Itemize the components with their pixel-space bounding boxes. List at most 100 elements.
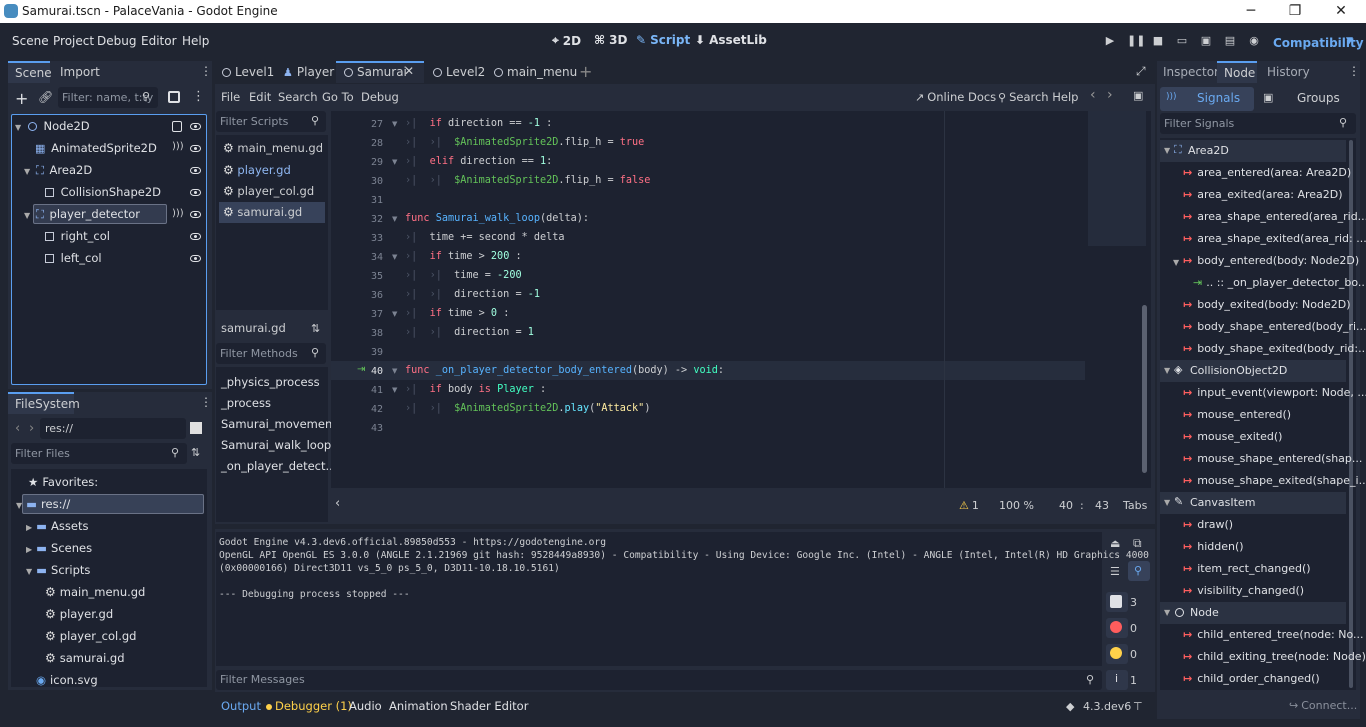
workspace-2d[interactable]: ⌖ 2D — [552, 33, 581, 48]
favorites-row[interactable]: ★ Favorites: — [28, 471, 98, 493]
fold-icon[interactable]: ▼ — [392, 120, 397, 128]
scroll-left-icon[interactable]: ‹ — [335, 496, 340, 511]
tab-main-menu[interactable]: main_menu — [494, 65, 577, 79]
tree-row-left-col[interactable]: left_col — [45, 247, 102, 269]
filter-scripts-input[interactable]: Filter Scripts — [216, 111, 326, 132]
file-row-main-menu[interactable]: ⚙ main_menu.gd — [45, 581, 145, 603]
signal-icon[interactable]: ))) — [172, 141, 184, 152]
tab-import[interactable]: Import — [60, 65, 100, 79]
tree-row-right-col[interactable]: right_col — [45, 225, 110, 247]
play-icon[interactable]: ▶ — [1103, 34, 1117, 48]
visibility-icon[interactable] — [190, 189, 201, 196]
menu-project[interactable]: Project — [53, 34, 94, 48]
signal-item[interactable]: ↦ mouse_shape_exited(shape_i... — [1183, 474, 1366, 487]
signal-item[interactable]: ↦ body_shape_entered(body_ri... — [1183, 320, 1366, 333]
menu-dots-icon[interactable]: ⋮ — [192, 89, 205, 104]
file-row-player-col[interactable]: ⚙ player_col.gd — [45, 625, 136, 647]
tab-inspector[interactable]: Inspector — [1163, 65, 1219, 79]
pin-panel-icon[interactable]: ⊤ — [1133, 700, 1143, 713]
fold-icon[interactable]: ▼ — [392, 215, 397, 223]
script-attached-icon[interactable] — [172, 121, 182, 132]
files-filter-input[interactable]: Filter Files — [11, 443, 187, 464]
script-item-player[interactable]: ⚙ player.gd — [219, 160, 325, 181]
bottom-tab-audio[interactable]: Audio — [349, 699, 382, 713]
signal-item[interactable]: ↦ area_entered(area: Area2D) — [1183, 166, 1351, 179]
filter-search-button[interactable]: ⚲ — [1128, 561, 1150, 581]
search-help-button[interactable]: ⚲ Search Help — [998, 90, 1078, 104]
signal-item[interactable]: ↦ child_exiting_tree(node: Node) — [1183, 650, 1366, 663]
method-item[interactable]: _process — [221, 396, 271, 410]
tree-row-player-detector[interactable]: ▼ ⛶ player_detector — [24, 203, 140, 225]
method-item[interactable]: Samurai_movement — [221, 417, 337, 431]
workspace-script[interactable]: ✎ Script — [636, 33, 690, 47]
copy-log-icon[interactable]: ⧉ — [1133, 536, 1142, 551]
signal-item[interactable]: ↦ body_exited(body: Node2D) — [1183, 298, 1351, 311]
file-row-scripts[interactable]: ▼ ▬ Scripts — [26, 559, 90, 581]
messages-toggle[interactable] — [1106, 592, 1128, 612]
maximize-button[interactable]: ❐ — [1272, 0, 1318, 23]
script-menu-file[interactable]: File — [221, 90, 240, 104]
link-icon[interactable]: 🔗︎ — [38, 90, 53, 104]
forward-icon[interactable]: › — [29, 421, 34, 436]
signal-category-collisionobject2d[interactable]: CollisionObject2D — [1160, 360, 1346, 382]
signal-item[interactable]: ↦ item_rect_changed() — [1183, 562, 1311, 575]
script-item-player-col[interactable]: ⚙ player_col.gd — [219, 181, 325, 202]
close-button[interactable]: ✕ — [1318, 0, 1364, 23]
workspace-assetlib[interactable]: ⬇ AssetLib — [695, 33, 767, 47]
indent-mode[interactable]: Tabs — [1123, 499, 1147, 512]
zoom-level[interactable]: 100 % — [999, 499, 1034, 512]
add-node-icon[interactable]: + — [15, 89, 28, 108]
file-row-scenes[interactable]: ▶ ▬ Scenes — [26, 537, 92, 559]
script-item-main-menu[interactable]: ⚙ main_menu.gd — [219, 138, 325, 159]
file-row-player[interactable]: ⚙ player.gd — [45, 603, 113, 625]
signal-connection[interactable]: ⇥.. :: _on_player_detector_bo... — [1193, 276, 1366, 289]
pause-icon[interactable]: ❚❚ — [1127, 34, 1145, 48]
signal-icon[interactable]: ))) — [172, 208, 184, 219]
stop-icon[interactable]: ■ — [1151, 34, 1165, 48]
filter-signals-input[interactable]: Filter Signals — [1160, 113, 1356, 134]
visibility-icon[interactable] — [190, 255, 201, 262]
tab-history[interactable]: History — [1267, 65, 1310, 79]
menu-scene[interactable]: Scene — [12, 34, 49, 48]
fold-icon[interactable]: ▼ — [392, 386, 397, 394]
connected-signal-icon[interactable]: ⇥ — [357, 364, 365, 375]
signal-item[interactable]: ↦ area_shape_entered(area_rid... — [1183, 210, 1366, 223]
signal-item[interactable]: ↦ mouse_shape_entered(shap... — [1183, 452, 1362, 465]
fold-icon[interactable]: ▼ — [392, 367, 397, 375]
warnings-button[interactable]: ⚠ 1 — [959, 499, 979, 512]
signal-category-canvasitem[interactable]: CanvasItem — [1160, 492, 1346, 514]
fold-icon[interactable]: ▼ — [392, 253, 397, 261]
tab-player[interactable]: ♟ Player — [283, 65, 334, 79]
menu-dots-icon[interactable]: ⋮ — [1348, 64, 1360, 78]
path-input[interactable]: res:// — [40, 418, 186, 439]
tab-samurai[interactable]: Samurai — [344, 65, 407, 79]
version-label[interactable]: 4.3.dev6 — [1083, 700, 1131, 713]
file-row-icon-svg[interactable]: ◉ icon.svg — [36, 669, 98, 691]
back-icon[interactable]: ‹ — [15, 421, 20, 436]
split-view-icon[interactable] — [190, 422, 202, 434]
tree-row-collisionshape2d[interactable]: CollisionShape2D — [45, 181, 161, 203]
tree-row-area2d[interactable]: ▼ ⛶ Area2D — [24, 159, 92, 181]
scrollbar[interactable] — [1142, 305, 1147, 473]
filter-methods-input[interactable]: Filter Methods — [216, 343, 326, 364]
signal-item[interactable]: ↦ visibility_changed() — [1183, 584, 1304, 597]
signal-category-node[interactable]: Node — [1160, 602, 1346, 624]
tab-level1[interactable]: Level1 — [222, 65, 274, 79]
tab-groups[interactable]: Groups — [1297, 91, 1340, 105]
signal-item[interactable]: ↦ area_exited(area: Area2D) — [1183, 188, 1343, 201]
filter-messages-input[interactable]: Filter Messages — [216, 670, 1102, 690]
visibility-icon[interactable] — [190, 233, 201, 240]
play-scene-icon[interactable]: ▣ — [1199, 34, 1213, 48]
menu-help[interactable]: Help — [182, 34, 209, 48]
signal-item[interactable]: ↦ child_order_changed() — [1183, 672, 1320, 685]
connect-button[interactable]: ↪ Connect... — [1289, 699, 1357, 712]
warnings-toggle[interactable] — [1106, 644, 1128, 664]
file-row-assets[interactable]: ▶ ▬ Assets — [26, 515, 88, 537]
signal-item[interactable]: ↦ child_entered_tree(node: No... — [1183, 628, 1364, 641]
info-toggle[interactable]: ⅰ — [1106, 670, 1128, 690]
online-docs-button[interactable]: ↗ Online Docs — [915, 90, 996, 104]
signal-item[interactable]: ↦ input_event(viewport: Node, ... — [1183, 386, 1366, 399]
signal-item[interactable]: ↦ area_shape_exited(area_rid: ... — [1183, 232, 1366, 245]
tab-node[interactable]: Node — [1217, 61, 1257, 83]
signal-item[interactable]: ↦ mouse_entered() — [1183, 408, 1291, 421]
